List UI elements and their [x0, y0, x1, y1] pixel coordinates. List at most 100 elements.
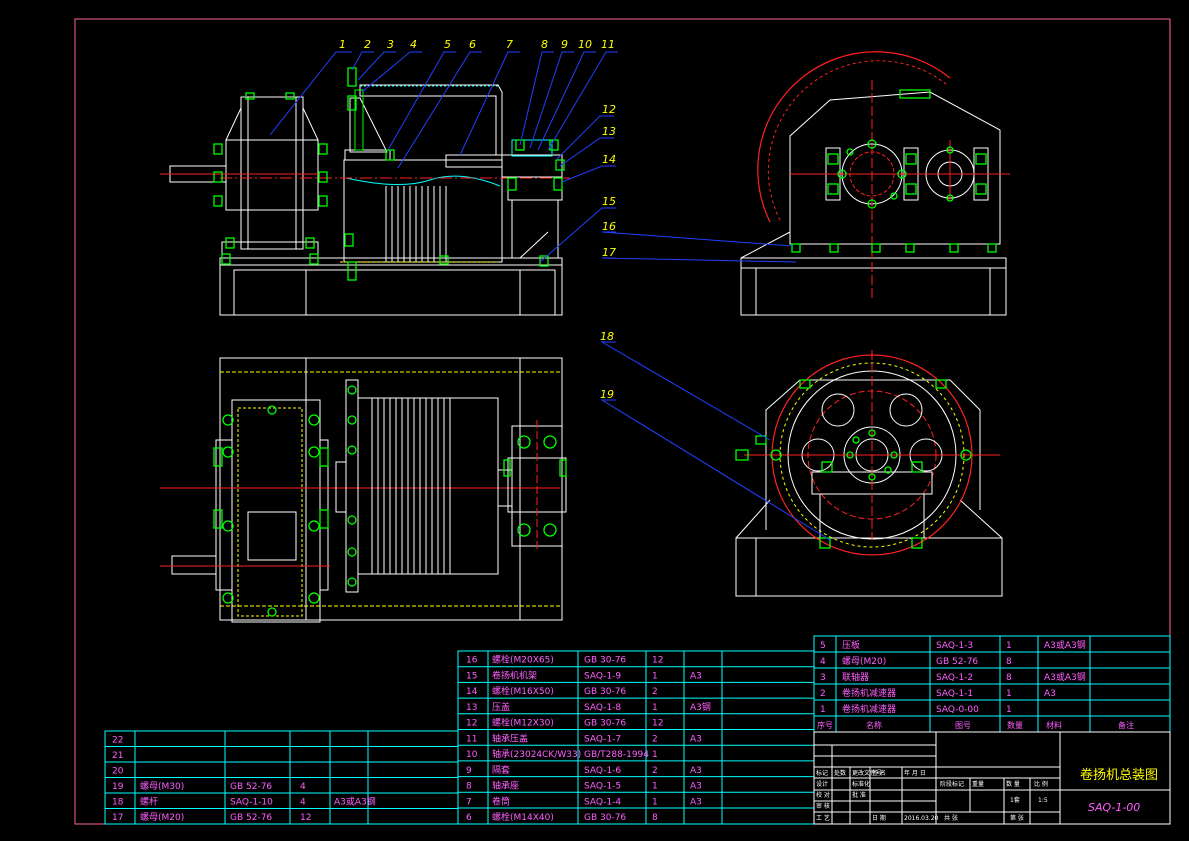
- bom-mid-row-no: 14: [466, 687, 478, 697]
- bom-mid-row-qty: 1: [652, 671, 658, 681]
- tb-date: 2016.03.20: [904, 815, 939, 822]
- bom-left-row-no: 18: [112, 798, 124, 808]
- tb-design: 设计: [816, 780, 828, 788]
- drawing-title: 卷扬机总装图: [1080, 767, 1158, 783]
- tb-sign: 签 名: [872, 769, 886, 777]
- drawing-number: SAQ-1-00: [1088, 801, 1140, 814]
- bom-mid-row-no: 7: [466, 797, 472, 807]
- balloon-12: 12: [602, 103, 616, 116]
- tb-scale-label: 比 例: [1034, 780, 1048, 788]
- bom-mid-row-code: GB 30-76: [584, 656, 626, 666]
- bom-mid-row-name: 轴承(23024CK/W33): [492, 748, 581, 760]
- bom-right-row-code: SAQ-1-2: [936, 673, 973, 683]
- bom-mid-row-code: SAQ-1-4: [584, 797, 621, 807]
- bom-mid-row-name: 螺栓(M16X50): [492, 685, 554, 697]
- bom-mid-row-qty: 12: [652, 656, 663, 666]
- tb-approve2: 批 准: [852, 791, 866, 799]
- bom-right-row-no: 2: [820, 689, 826, 699]
- bom-header-mat: 材料: [1046, 720, 1062, 730]
- bom-header-name: 名称: [866, 720, 882, 730]
- bom-mid-row-code: GB/T288-1994: [584, 750, 649, 760]
- bom-right-row-name: 卷扬机减速器: [842, 687, 896, 699]
- bom-left-row-no: 19: [112, 782, 124, 792]
- bom-mid-row-code: SAQ-1-7: [584, 734, 621, 744]
- bom-left-row-no: 17: [112, 813, 123, 823]
- bom-right-row-material: A3或A3钢: [1044, 671, 1086, 683]
- bom-header-no: 序号: [817, 720, 833, 730]
- bom-right-row-no: 3: [820, 673, 826, 683]
- balloon-14: 14: [602, 153, 616, 166]
- tb-scale: 1:5: [1038, 797, 1048, 804]
- bom-mid-row-name: 隔套: [492, 764, 510, 776]
- balloon-10: 10: [578, 38, 592, 51]
- bom-left-row-name: 螺母(M20): [140, 812, 184, 823]
- bom-left-row-qty: 4: [300, 782, 306, 792]
- tb-mark: 标记: [816, 769, 828, 777]
- balloon-3: 3: [387, 38, 394, 51]
- bom-mid-row-code: SAQ-1-9: [584, 671, 621, 681]
- bom-right-row-material: A3或A3钢: [1044, 639, 1086, 651]
- bom-mid-row-name: 轴承压盖: [492, 732, 528, 744]
- balloon-4: 4: [410, 38, 417, 51]
- bom-right-row-name: 压板: [842, 639, 860, 651]
- bom-left-row-material: A3或A3钢: [334, 796, 376, 808]
- bom-right-row-code: SAQ-0-00: [936, 705, 979, 715]
- bom-mid-row-no: 11: [466, 734, 477, 744]
- bom-mid-row-material: A3钢: [690, 701, 711, 713]
- bom-mid-row-no: 10: [466, 750, 478, 760]
- bom-right-row-code: SAQ-1-3: [936, 641, 973, 651]
- bom-left-row-code: GB 52-76: [230, 782, 272, 792]
- bom-left-row-code: GB 52-76: [230, 813, 272, 823]
- bom-mid-row-code: GB 30-76: [584, 719, 626, 729]
- bom-right-row-qty: 1: [1006, 641, 1012, 651]
- bom-mid-row-no: 8: [466, 782, 472, 792]
- bom-mid-row-code: GB 30-76: [584, 813, 626, 823]
- balloon-17: 17: [602, 246, 616, 259]
- balloon-19: 19: [600, 388, 614, 401]
- tb-stage: 阶段标记: [940, 780, 964, 788]
- bom-header-remark: 备注: [1118, 720, 1134, 730]
- balloon-11: 11: [601, 38, 615, 51]
- bom-mid-row-no: 6: [466, 813, 472, 823]
- bom-right-row-qty: 8: [1006, 673, 1012, 683]
- balloon-15: 15: [602, 195, 616, 208]
- bom-mid-row-qty: 1: [652, 782, 658, 792]
- bom-mid-row-qty: 1: [652, 703, 658, 713]
- bom-mid-row-code: GB 30-76: [584, 687, 626, 697]
- balloon-13: 13: [602, 125, 616, 138]
- bom-mid-row-name: 压盖: [492, 701, 510, 713]
- bom-mid-row-material: A3: [690, 797, 702, 807]
- bom-left-row-no: 22: [112, 736, 123, 746]
- bom-right-row-name: 卷扬机减速器: [842, 703, 896, 715]
- bom-mid-row-material: A3: [690, 734, 702, 744]
- tb-total: 共 张: [944, 814, 958, 822]
- bom-left-row-name: 螺母(M30): [140, 781, 184, 792]
- bom-left-row-no: 21: [112, 751, 123, 761]
- bom-mid-row-material: A3: [690, 671, 702, 681]
- bom-right-row-no: 1: [820, 705, 826, 715]
- tb-std: 标准化: [852, 780, 870, 788]
- balloon-2: 2: [364, 38, 371, 51]
- bom-header-qty: 数量: [1007, 720, 1023, 730]
- tb-qty-label: 数 量: [1006, 780, 1020, 788]
- bom-right-row-qty: 1: [1006, 689, 1012, 699]
- bom-mid-row-qty: 2: [652, 766, 658, 776]
- bom-mid-row-code: SAQ-1-5: [584, 782, 621, 792]
- bom-left-row-name: 螺杆: [140, 796, 158, 808]
- bom-right-row-qty: 8: [1006, 657, 1012, 667]
- bom-mid-row-name: 螺栓(M12X30): [492, 717, 554, 729]
- balloon-1: 1: [339, 38, 346, 51]
- bom-right-row-code: GB 52-76: [936, 657, 978, 667]
- bom-right-row-no: 5: [820, 641, 826, 651]
- bom-right-row-name: 联轴器: [842, 671, 869, 683]
- bom-left-row-qty: 4: [300, 798, 306, 808]
- tb-ymd: 年 月 日: [904, 769, 926, 777]
- bom-mid-row-material: A3: [690, 782, 702, 792]
- bom-mid-row-no: 12: [466, 719, 477, 729]
- cad-drawing: 1 2 3 4 5 6 7 8 9 10 11 12 13 14 15 16 1…: [0, 0, 1189, 841]
- balloon-16: 16: [602, 220, 616, 233]
- bom-mid-row-qty: 2: [652, 734, 658, 744]
- bom-left-row-code: SAQ-1-10: [230, 798, 273, 808]
- bom-mid-row-code: SAQ-1-8: [584, 703, 621, 713]
- bom-mid-row-qty: 12: [652, 719, 663, 729]
